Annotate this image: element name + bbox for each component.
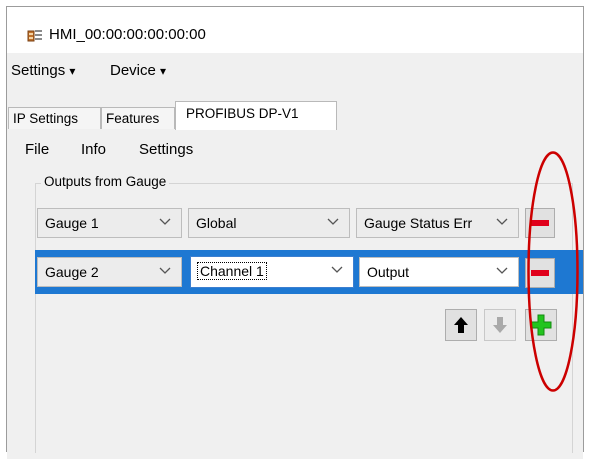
menu-info[interactable]: Info [81,141,106,158]
add-row-button[interactable] [525,309,557,341]
gauge-select-row1[interactable]: Gauge 1 [37,208,182,238]
signal-select-row2-value: Output [367,264,410,280]
gauge-select-row1-value: Gauge 1 [45,215,99,231]
chevron-down-icon [496,258,512,286]
menu-settings[interactable]: Settings ▾ [11,62,75,79]
scope-select-row2[interactable]: Channel 1 [190,256,354,288]
tab-features[interactable]: Features [101,107,175,129]
menu-profibus-settings[interactable]: Settings [139,141,193,158]
signal-select-row2[interactable]: Output [359,257,519,287]
menu-device[interactable]: Device ▾ [110,62,166,79]
arrow-down-icon [485,317,515,344]
signal-select-row1-value: Gauge Status Err [364,215,473,231]
chevron-down-icon [327,209,343,237]
tab-ip-settings[interactable]: IP Settings [8,107,101,129]
app-window: HMI_00:00:00:00:00:00 Settings ▾ Device … [6,6,584,459]
tab-profibus-dp-v1[interactable]: PROFIBUS DP-V1 [175,101,337,130]
menu-device-arrow-icon: ▾ [160,64,167,78]
menu-settings-arrow-icon: ▾ [69,64,76,78]
panel-right-strip [573,183,583,453]
remove-row2-button[interactable] [525,258,555,288]
signal-select-row1[interactable]: Gauge Status Err [356,208,519,238]
plus-icon [526,310,556,340]
outputs-group-label: Outputs from Gauge [41,174,170,189]
minus-icon [526,259,554,287]
tab-strip: IP Settings Features PROFIBUS DP-V1 [7,85,583,130]
tab-features-label: Features [106,111,160,126]
tab-content-panel: File Info Settings Outputs from Gauge Ga… [7,129,583,459]
gauge-select-row2[interactable]: Gauge 2 [37,257,182,287]
title-bar: HMI_00:00:00:00:00:00 [7,7,583,53]
main-menubar: Settings ▾ Device ▾ [7,53,583,85]
menu-device-label: Device [110,62,156,79]
tab-ip-settings-label: IP Settings [13,111,79,126]
tab-profibus-label: PROFIBUS DP-V1 [186,106,299,121]
scope-select-row1[interactable]: Global [188,208,350,238]
move-up-button[interactable] [445,309,477,341]
profibus-menubar: File Info Settings [7,141,583,163]
arrow-up-icon [446,317,476,344]
scope-select-row1-value: Global [196,215,237,231]
chevron-down-icon [159,209,175,237]
menu-file[interactable]: File [25,141,49,158]
remove-row1-button[interactable] [525,208,555,238]
chevron-down-icon [159,258,175,286]
chevron-down-icon [331,257,347,285]
chevron-down-icon [496,209,512,237]
window-title: HMI_00:00:00:00:00:00 [49,26,206,43]
minus-icon [526,209,554,237]
gauge-select-row2-value: Gauge 2 [45,264,99,280]
menu-settings-label: Settings [11,62,66,79]
scope-select-row2-value: Channel 1 [197,262,267,280]
move-down-button[interactable] [484,309,516,341]
app-config-icon [27,28,43,44]
